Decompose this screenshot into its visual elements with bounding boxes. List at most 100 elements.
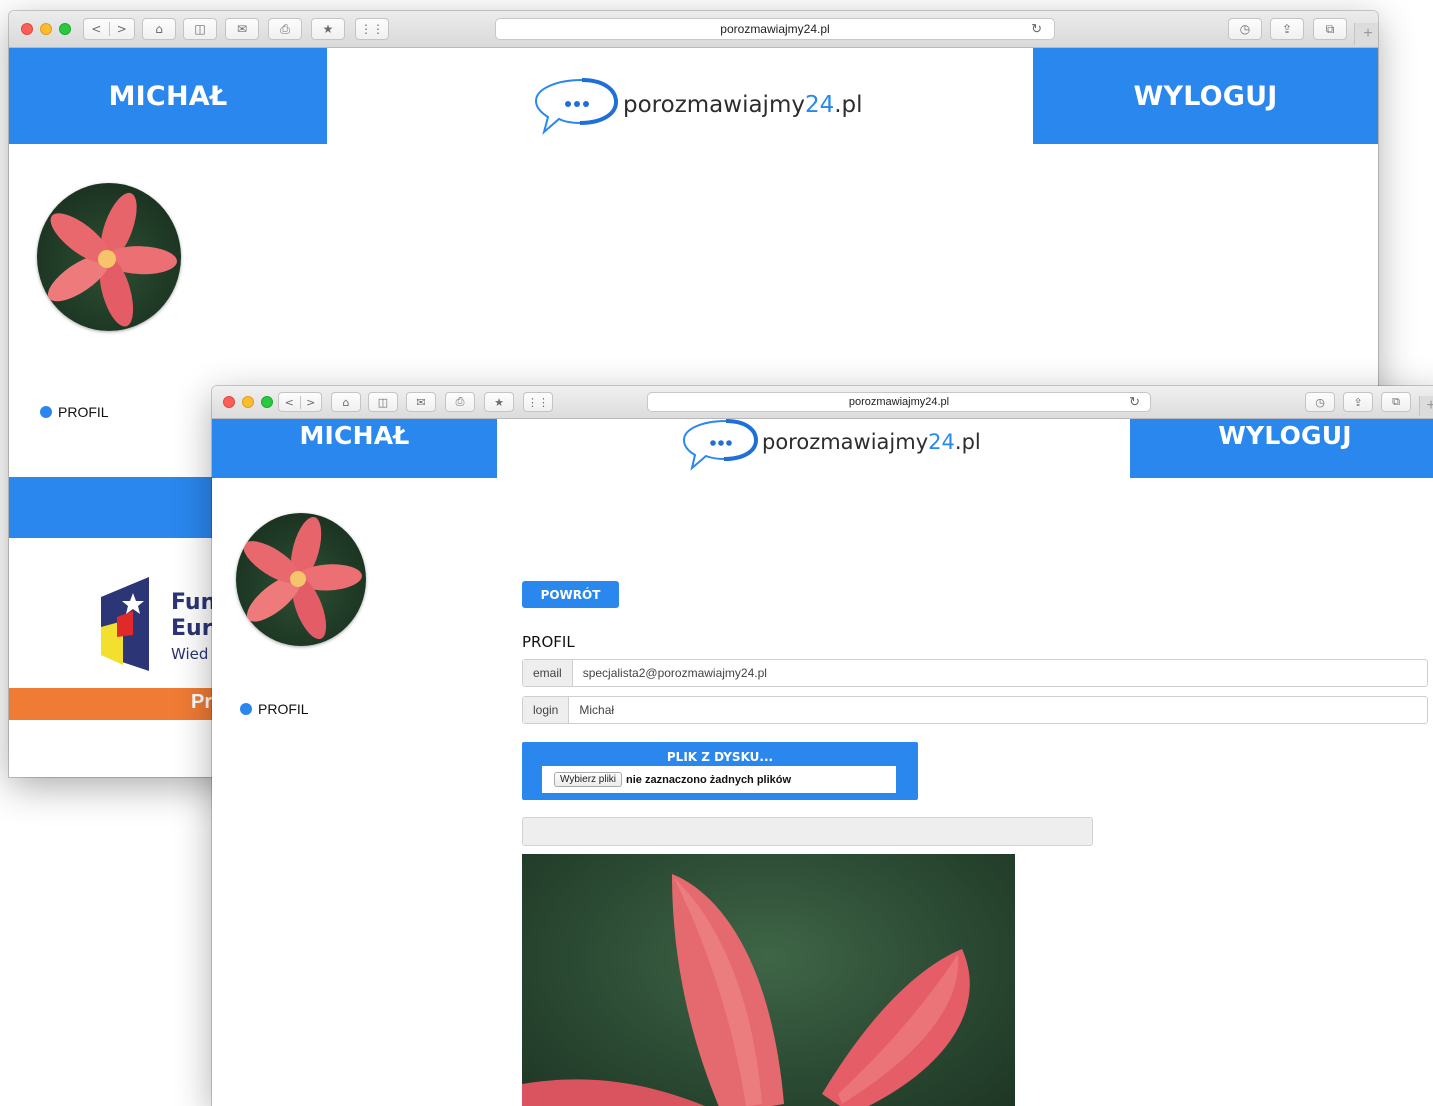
window-controls — [21, 23, 71, 35]
minimize-window-button[interactable] — [40, 23, 52, 35]
home-button[interactable]: ⌂ — [142, 18, 176, 40]
email-field-label: email — [523, 660, 573, 686]
address-bar[interactable]: porozmawiajmy24.pl ↻ — [495, 18, 1055, 40]
sidebar-icon: ◫ — [377, 395, 389, 409]
eu-funds-logo — [101, 577, 149, 671]
back-icon[interactable]: < — [84, 22, 109, 36]
bullet-icon — [40, 406, 52, 418]
mail-button[interactable]: ✉ — [225, 18, 259, 40]
email-field-value[interactable]: specjalista2@porozmawiajmy24.pl — [573, 660, 777, 686]
chat-bubble-icon — [534, 78, 619, 135]
minimize-window-button[interactable] — [242, 396, 254, 408]
print-icon: ⎙ — [455, 395, 465, 408]
title-bar: < > ⌂ ◫ ✉ ⎙ ★ ⋮⋮ porozmawiajmy24.pl ↻ ◷ … — [9, 11, 1378, 48]
back-forward-buttons[interactable]: < > — [83, 18, 135, 40]
choose-files-button[interactable]: Wybierz pliki — [554, 772, 623, 787]
grid-icon: ⋮⋮ — [360, 22, 384, 36]
logo-text: porozmawiajmy24.pl — [762, 430, 981, 454]
eu-text: Fun Eur — [171, 590, 217, 641]
close-window-button[interactable] — [21, 23, 33, 35]
zoom-window-button[interactable] — [261, 396, 273, 408]
sidebar-item-label: PROFIL — [58, 404, 109, 420]
tabs-button[interactable]: ⧉ — [1381, 392, 1411, 412]
logout-button[interactable]: WYLOGUJ — [1033, 48, 1378, 144]
bookmark-button[interactable]: ★ — [484, 392, 514, 412]
print-button[interactable]: ⎙ — [445, 392, 475, 412]
plus-icon: + — [1426, 397, 1433, 414]
sidebar-item-label: PROFIL — [258, 701, 309, 717]
share-icon: ⇪ — [1353, 395, 1363, 409]
tabs-button[interactable]: ⧉ — [1313, 18, 1347, 40]
plus-icon: + — [1363, 25, 1373, 42]
new-tab-button[interactable]: + — [1354, 23, 1378, 45]
eu-subtext: Wied — [171, 645, 209, 663]
star-icon: ★ — [322, 22, 334, 36]
sidebar-button[interactable]: ◫ — [183, 18, 217, 40]
sidebar-icon: ◫ — [194, 22, 206, 36]
share-button[interactable]: ⇪ — [1270, 18, 1304, 40]
sidebar-item-profil[interactable]: PROFIL — [240, 701, 309, 717]
upload-progress-bar — [522, 817, 1093, 846]
home-icon: ⌂ — [155, 22, 163, 36]
url-text: porozmawiajmy24.pl — [848, 396, 950, 408]
top-sites-button[interactable]: ⋮⋮ — [523, 392, 553, 412]
top-sites-button[interactable]: ⋮⋮ — [355, 18, 389, 40]
flower-image — [47, 192, 177, 327]
print-button[interactable]: ⎙ — [268, 18, 302, 40]
user-name-button[interactable]: MICHAŁ — [9, 48, 327, 144]
login-field-value[interactable]: Michał — [569, 697, 624, 723]
orange-band-text: Pr — [191, 691, 213, 713]
back-button[interactable]: POWRÓT — [522, 581, 619, 608]
share-icon: ⇪ — [1281, 22, 1293, 36]
login-field-label: login — [523, 697, 570, 723]
sidebar-item-profil[interactable]: PROFIL — [40, 404, 109, 420]
clock-icon: ◷ — [1239, 22, 1251, 36]
avatar[interactable] — [37, 183, 181, 331]
logo-text: porozmawiajmy24.pl — [623, 92, 863, 118]
mail-icon: ✉ — [416, 395, 426, 409]
tabs-icon: ⧉ — [1392, 395, 1400, 408]
zoom-window-button[interactable] — [59, 23, 71, 35]
page-content: MICHAŁ porozmawiajmy24.pl WYLOGUJ PROFIL… — [212, 419, 1433, 1106]
close-window-button[interactable] — [223, 396, 235, 408]
history-button[interactable]: ◷ — [1228, 18, 1262, 40]
grid-icon: ⋮⋮ — [527, 395, 549, 409]
user-name-button[interactable]: MICHAŁ — [212, 419, 497, 478]
back-icon[interactable]: < — [279, 396, 300, 409]
back-forward-buttons[interactable]: < > — [278, 392, 322, 412]
upload-title: PLIK Z DYSKU... — [666, 750, 774, 764]
file-input[interactable]: Wybierz pliki nie zaznaczono żadnych pli… — [542, 766, 896, 793]
file-status-text: nie zaznaczono żadnych plików — [626, 773, 792, 786]
history-button[interactable]: ◷ — [1305, 392, 1335, 412]
profile-section-title: PROFIL — [522, 633, 575, 651]
upload-panel: PLIK Z DYSKU... Wybierz pliki nie zaznac… — [522, 742, 918, 800]
mail-icon: ✉ — [236, 22, 248, 36]
email-field[interactable]: email specjalista2@porozmawiajmy24.pl — [522, 659, 1428, 687]
share-button[interactable]: ⇪ — [1343, 392, 1373, 412]
home-icon: ⌂ — [342, 395, 350, 409]
forward-icon[interactable]: > — [299, 395, 322, 409]
title-bar: < > ⌂ ◫ ✉ ⎙ ★ ⋮⋮ porozmawiajmy24.pl ↻ ◷ … — [212, 386, 1433, 419]
avatar[interactable] — [236, 513, 366, 646]
home-button[interactable]: ⌂ — [331, 392, 361, 412]
logout-button[interactable]: WYLOGUJ — [1130, 419, 1433, 478]
site-logo[interactable]: porozmawiajmy24.pl — [682, 419, 981, 471]
flower-image — [243, 517, 362, 640]
bookmark-button[interactable]: ★ — [311, 18, 345, 40]
flower-preview-image — [522, 874, 970, 1106]
tabs-icon: ⧉ — [1325, 21, 1335, 36]
url-text: porozmawiajmy24.pl — [720, 22, 830, 36]
mail-button[interactable]: ✉ — [406, 392, 436, 412]
new-tab-button[interactable]: + — [1419, 396, 1433, 416]
window-controls — [223, 396, 273, 408]
image-preview — [522, 854, 1015, 1106]
site-logo[interactable]: porozmawiajmy24.pl — [534, 74, 863, 136]
address-bar[interactable]: porozmawiajmy24.pl ↻ — [647, 392, 1151, 412]
chat-bubble-icon — [682, 419, 759, 471]
login-field[interactable]: login Michał — [522, 696, 1428, 724]
reload-icon[interactable]: ↻ — [1129, 394, 1140, 410]
forward-icon[interactable]: > — [108, 22, 135, 36]
star-icon: ★ — [494, 395, 504, 409]
sidebar-button[interactable]: ◫ — [368, 392, 398, 412]
reload-icon[interactable]: ↻ — [1031, 21, 1042, 37]
